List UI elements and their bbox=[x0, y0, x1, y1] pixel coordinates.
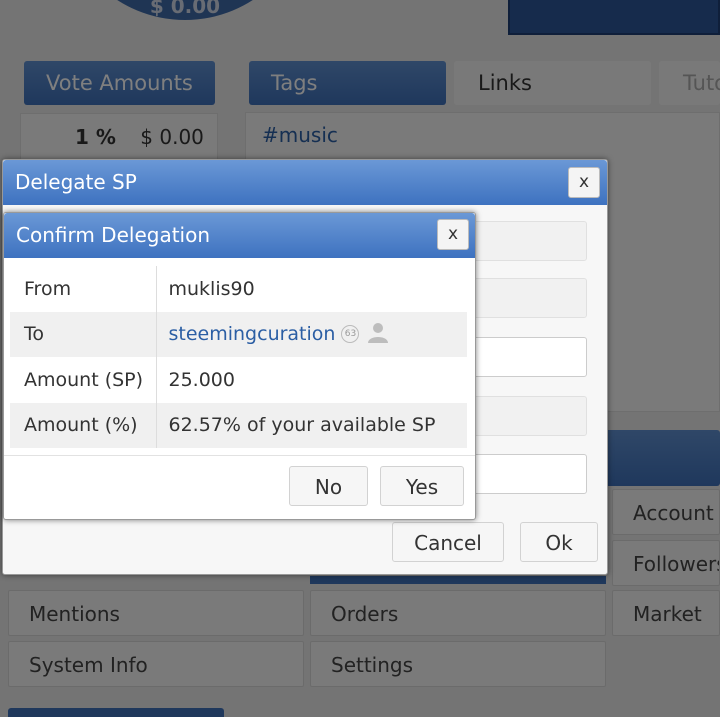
to-account-link[interactable]: steemingcuration bbox=[169, 323, 336, 345]
confirm-close-button[interactable]: x bbox=[437, 219, 469, 250]
delegate-field-4[interactable] bbox=[473, 454, 587, 494]
yes-button[interactable]: Yes bbox=[380, 466, 464, 506]
to-label: To bbox=[10, 311, 156, 357]
confirm-title: Confirm Delegation bbox=[16, 223, 211, 247]
from-label: From bbox=[24, 277, 72, 300]
delegate-close-button[interactable]: x bbox=[568, 167, 600, 198]
delegation-details-table: From muklis90 To steemingcuration 63 Amou… bbox=[10, 266, 467, 448]
amount-sp-value: 25.000 bbox=[155, 357, 467, 403]
amount-percent-label: Amount (%) bbox=[10, 402, 156, 448]
table-row: Amount (SP) 25.000 bbox=[10, 357, 467, 403]
divider bbox=[4, 455, 475, 456]
delegate-amount-input[interactable] bbox=[473, 337, 587, 377]
confirm-delegation-dialog: Confirm Delegation x From muklis90 To st… bbox=[3, 212, 476, 520]
to-value-cell: steemingcuration 63 bbox=[155, 311, 467, 357]
delegate-field-2[interactable] bbox=[473, 278, 587, 318]
amount-sp-label: Amount (SP) bbox=[24, 368, 144, 391]
delegate-sp-title-bar: Delegate SP x bbox=[3, 160, 607, 205]
user-icon bbox=[367, 321, 389, 348]
reputation-badge: 63 bbox=[341, 325, 360, 344]
delegate-field-1[interactable] bbox=[473, 221, 587, 261]
confirm-title-bar: Confirm Delegation x bbox=[4, 213, 475, 258]
amount-percent-value: 62.57% of your available SP bbox=[155, 402, 467, 448]
ok-button[interactable]: Ok bbox=[520, 522, 598, 562]
cancel-button[interactable]: Cancel bbox=[392, 522, 504, 562]
no-button[interactable]: No bbox=[289, 466, 368, 506]
delegate-field-3[interactable] bbox=[473, 396, 587, 436]
delegate-sp-title: Delegate SP bbox=[15, 170, 137, 194]
table-row: Amount (%) 62.57% of your available SP bbox=[10, 402, 467, 448]
from-value: muklis90 bbox=[155, 266, 467, 312]
table-row: From muklis90 bbox=[10, 266, 467, 312]
table-row: To steemingcuration 63 bbox=[10, 311, 467, 357]
